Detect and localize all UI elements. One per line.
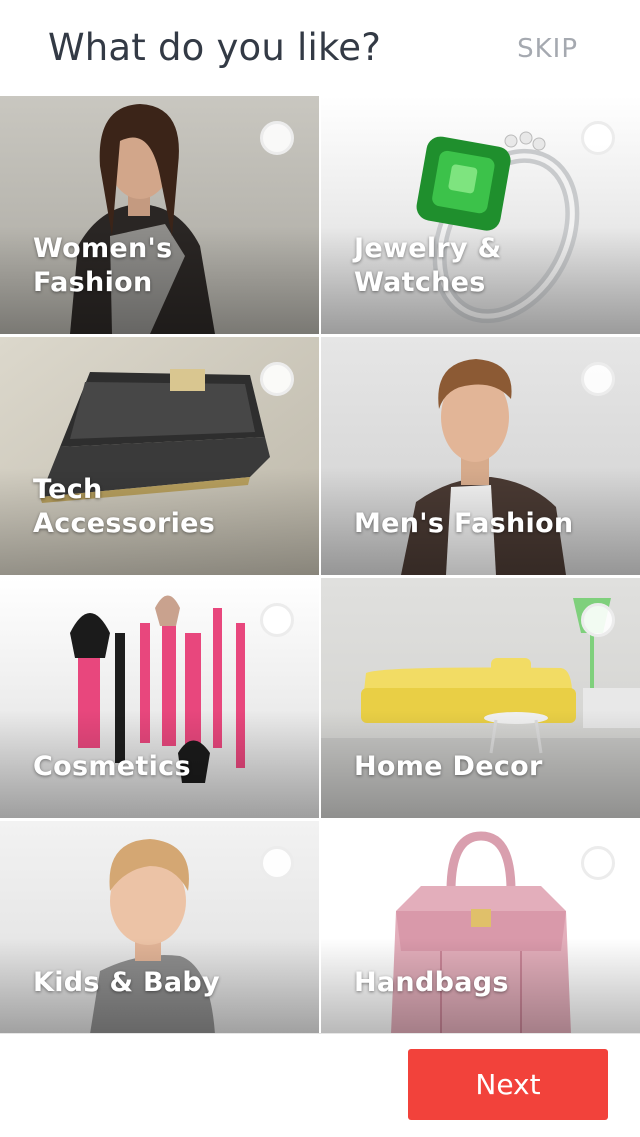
page-title: What do you like? [48,26,382,69]
header: What do you like? SKIP [0,0,640,96]
category-tile-cosmetics[interactable]: Cosmetics [0,578,319,818]
category-tile-tech-accessories[interactable]: Tech Accessories [0,337,319,575]
category-tile-jewelry-watches[interactable]: Jewelry & Watches [321,96,640,334]
category-label: Jewelry & Watches [354,233,502,298]
category-grid: Women's Fashion Jewelry & Watches Tech A… [0,96,640,1034]
footer: Next [0,1033,640,1137]
select-radio[interactable] [581,362,615,396]
category-tile-handbags[interactable]: Handbags [321,821,640,1034]
category-tile-mens-fashion[interactable]: Men's Fashion [321,337,640,575]
select-radio[interactable] [581,846,615,880]
next-button[interactable]: Next [408,1049,608,1120]
category-label: Home Decor [354,751,543,782]
select-radio[interactable] [260,603,294,637]
category-label: Tech Accessories [33,474,216,539]
select-radio[interactable] [581,603,615,637]
select-radio[interactable] [260,121,294,155]
category-label: Kids & Baby [33,967,220,998]
select-radio[interactable] [260,846,294,880]
skip-button[interactable]: SKIP [517,34,578,64]
category-label: Women's Fashion [33,233,173,298]
select-radio[interactable] [260,362,294,396]
category-tile-womens-fashion[interactable]: Women's Fashion [0,96,319,334]
category-label: Handbags [354,967,509,998]
select-radio[interactable] [581,121,615,155]
category-label: Cosmetics [33,751,191,782]
category-label: Men's Fashion [354,508,574,539]
category-tile-kids-baby[interactable]: Kids & Baby [0,821,319,1034]
category-tile-home-decor[interactable]: Home Decor [321,578,640,818]
